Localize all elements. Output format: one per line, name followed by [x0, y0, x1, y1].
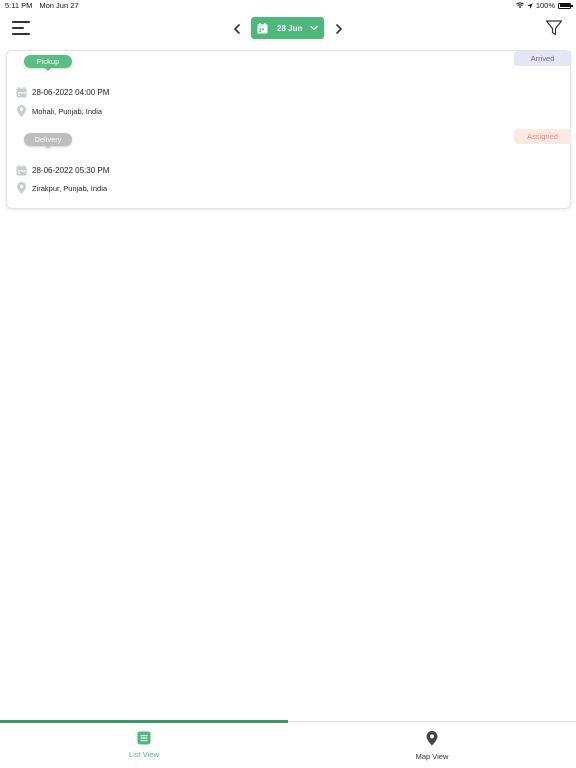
tab-map-view[interactable]: Map View [288, 730, 576, 764]
status-badge: Arrived [514, 51, 571, 66]
job-card[interactable]: Pickup Arrived 28-06-2022 04:00 PM Mohal… [6, 50, 571, 209]
delivery-stop: Delivery Assigned 28-06-2022 05:30 PM Zi… [7, 129, 571, 209]
pickup-tag: Pickup [24, 55, 72, 71]
list-icon [137, 731, 151, 745]
status-date: Mon Jun 27 [39, 1, 79, 10]
map-pin-icon [426, 731, 438, 746]
pickup-stop: Pickup Arrived 28-06-2022 04:00 PM Mohal… [7, 51, 571, 129]
tab-list-view[interactable]: List View [0, 730, 288, 764]
calendar-icon [15, 164, 27, 176]
status-bar: 5:11 PM Mon Jun 27 100% [0, 0, 576, 12]
tab-label: List View [129, 750, 159, 759]
chevron-right-icon [336, 24, 342, 34]
bottom-tab-bar: List View Map View [0, 720, 576, 768]
stop-datetime-row: 28-06-2022 04:00 PM [15, 86, 109, 98]
stop-address: Mohali, Punjab, India [32, 106, 103, 116]
stop-address-row: Zirakpur, Punjab, India [15, 182, 107, 194]
chevron-left-icon [234, 24, 240, 34]
status-time: 5:11 PM [5, 1, 33, 10]
tab-label: Map View [415, 752, 449, 761]
filter-icon [545, 20, 563, 36]
location-pin-icon [16, 105, 26, 117]
status-badge: Assigned [514, 129, 571, 144]
calendar-icon [15, 86, 27, 98]
location-arrow-icon [527, 2, 533, 9]
battery-icon [558, 2, 573, 9]
delivery-tag: Delivery [24, 133, 72, 149]
stop-datetime: 28-06-2022 05:30 PM [32, 165, 110, 175]
top-nav-bar: 28 Jun [0, 12, 576, 46]
calendar-icon [257, 22, 268, 34]
previous-date-button[interactable] [230, 21, 244, 37]
selected-date-label: 28 Jun [277, 23, 303, 33]
stop-datetime-row: 28-06-2022 05:30 PM [15, 164, 109, 176]
stop-datetime: 28-06-2022 04:00 PM [32, 87, 110, 97]
menu-button[interactable] [12, 21, 30, 37]
chevron-down-icon [310, 25, 318, 31]
next-date-button[interactable] [332, 21, 346, 37]
battery-percent: 100% [535, 1, 555, 10]
wifi-icon [515, 2, 524, 9]
stop-address: Zirakpur, Punjab, India [32, 183, 108, 193]
filter-button[interactable] [545, 19, 563, 37]
active-tab-indicator [0, 720, 288, 723]
stop-address-row: Mohali, Punjab, India [15, 105, 102, 117]
date-picker-button[interactable]: 28 Jun [251, 17, 324, 39]
location-pin-icon [16, 182, 26, 194]
